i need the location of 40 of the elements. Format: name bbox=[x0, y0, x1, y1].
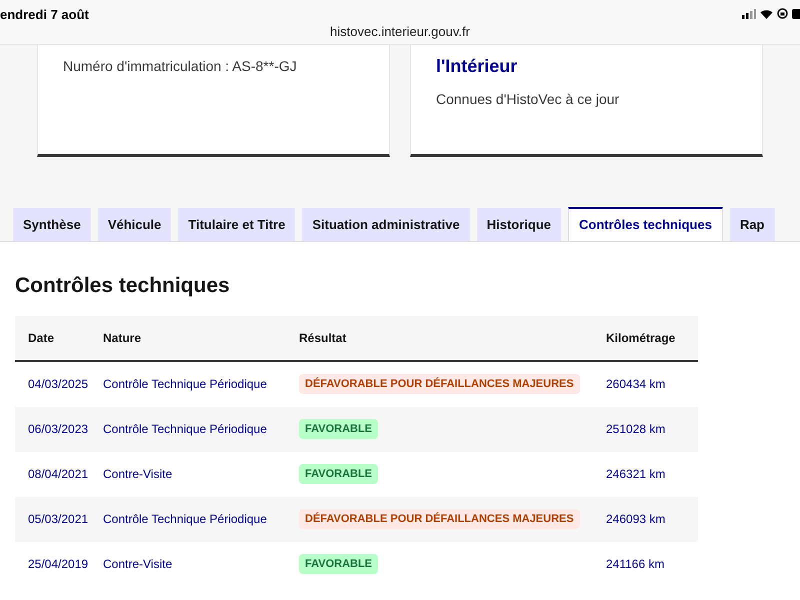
card-text: Numéro d'immatriculation : AS-8**-GJ bbox=[63, 57, 298, 76]
url-text[interactable]: histovec.interieur.gouv.fr bbox=[330, 22, 470, 42]
mileage-cell-text: 260434 km bbox=[606, 376, 666, 393]
date-cell-text: 25/04/2019 bbox=[27, 556, 90, 573]
date-cell-text: 05/03/2021 bbox=[27, 511, 90, 528]
date-cell-text: 06/03/2023 bbox=[27, 421, 90, 438]
tab[interactable]: Véhicule bbox=[98, 208, 172, 241]
tab[interactable]: Titulaire et Titre bbox=[178, 208, 296, 241]
tab[interactable]: Historique bbox=[476, 208, 562, 241]
tab[interactable]: Situation administrative bbox=[302, 208, 470, 241]
nature-cell-text: Contrôle Technique Périodique bbox=[103, 376, 268, 393]
column-header: Résultat bbox=[299, 330, 348, 346]
card-title: l'Intérieur bbox=[436, 55, 518, 77]
result-badge: FAVORABLE bbox=[299, 418, 378, 440]
mileage-cell-text: 241166 km bbox=[606, 556, 666, 573]
mileage-cell-text: 251028 km bbox=[606, 421, 666, 438]
result-badge: FAVORABLE bbox=[299, 464, 378, 484]
status-date: endredi 7 août bbox=[0, 6, 89, 24]
result-badge: DÉFAVORABLE POUR DÉFAILLANCES MAJEURES bbox=[299, 374, 580, 394]
tab[interactable]: Contrôles techniques bbox=[568, 207, 723, 241]
tab[interactable]: Rap bbox=[730, 208, 774, 241]
date-cell-text: 04/03/2025 bbox=[27, 376, 90, 393]
column-header: Date bbox=[27, 330, 56, 346]
result-badge: FAVORABLE bbox=[299, 554, 378, 574]
column-header: Kilométrage bbox=[606, 330, 676, 346]
wifi-icon bbox=[760, 8, 773, 18]
nature-cell-text: Contrôle Technique Périodique bbox=[103, 421, 268, 438]
nature-cell-text: Contrôle Technique Périodique bbox=[103, 511, 268, 528]
nature-cell-text: Contre-Visite bbox=[103, 556, 174, 573]
nature-cell-text: Contre-Visite bbox=[103, 466, 174, 483]
tab[interactable]: Synthèse bbox=[13, 208, 91, 241]
signal-icon bbox=[742, 8, 756, 18]
section-title: Contrôles techniques bbox=[15, 273, 231, 299]
card-text: Connues d'HistoVec à ce jour bbox=[436, 90, 620, 109]
battery-icon bbox=[792, 8, 800, 18]
date-cell-text: 08/04/2021 bbox=[27, 466, 90, 483]
result-badge: DÉFAVORABLE POUR DÉFAILLANCES MAJEURES bbox=[299, 508, 580, 530]
column-header: Nature bbox=[103, 330, 142, 346]
mileage-cell-text: 246321 km bbox=[606, 466, 666, 483]
mileage-cell-text: 246093 km bbox=[606, 511, 666, 528]
